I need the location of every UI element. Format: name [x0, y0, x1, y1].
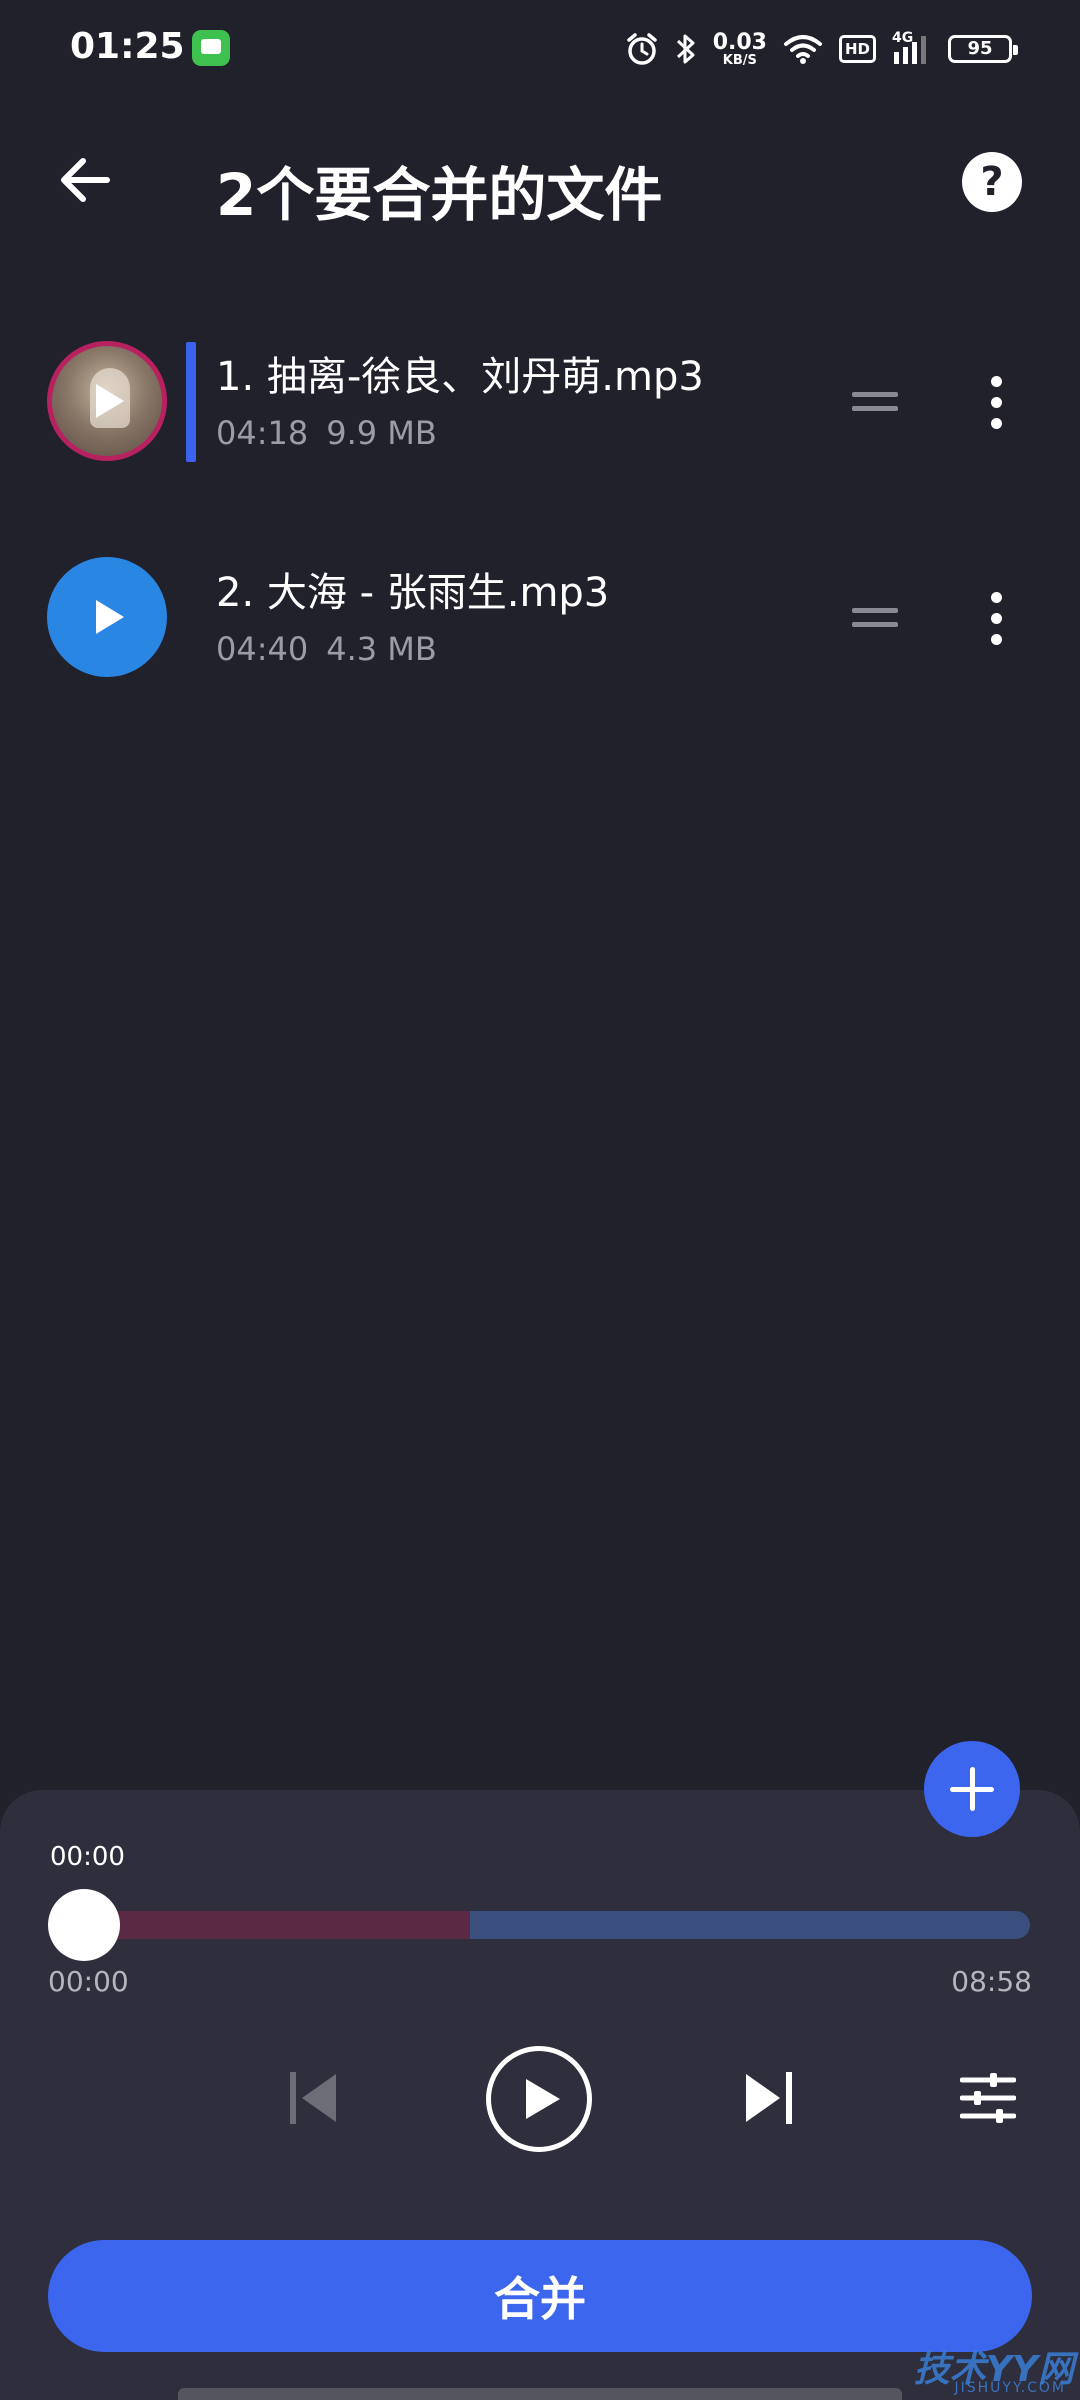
file-duration: 04:40 [216, 630, 309, 668]
status-bar: 01:25 0.03 KB/S HD 4G 95 [0, 0, 1080, 100]
more-dot [991, 613, 1002, 624]
message-icon [192, 30, 230, 66]
bluetooth-icon [676, 34, 695, 64]
hd-badge: HD [838, 35, 876, 63]
file-list-item[interactable]: 1. 抽离-徐良、刘丹萌.mp3 04:18 9.9 MB [0, 320, 1080, 480]
more-dot [991, 418, 1002, 429]
wifi-icon [783, 35, 822, 64]
total-time: 08:58 [951, 1965, 1032, 1998]
watermark-sub: JISHUYY.COM [954, 2380, 1066, 2396]
screen: 01:25 0.03 KB/S HD 4G 95 2个要合并的文件 ? 1. 抽… [0, 0, 1080, 2400]
back-button[interactable] [50, 150, 120, 210]
file-name: 1. 抽离-徐良、刘丹萌.mp3 [216, 354, 704, 400]
previous-button[interactable] [286, 2068, 342, 2128]
sliders-icon [959, 2073, 1017, 2123]
more-options-button[interactable] [976, 592, 1016, 646]
merge-button[interactable]: 合并 [48, 2240, 1032, 2352]
file-size: 4.3 MB [326, 630, 437, 668]
active-indicator [186, 342, 196, 462]
file-name: 2. 大海 - 张雨生.mp3 [216, 570, 610, 616]
net-speed: 0.03 KB/S [712, 29, 767, 68]
net-speed-value: 0.03 [712, 29, 767, 55]
file-play-button[interactable] [47, 557, 167, 677]
file-duration: 04:18 [216, 414, 309, 452]
more-dot [991, 397, 1002, 408]
drag-handle-icon[interactable] [852, 390, 898, 414]
skip-next-icon [746, 2072, 792, 2124]
start-time: 00:00 [48, 1965, 129, 1998]
battery-level: 95 [967, 38, 993, 59]
file-list-item[interactable]: 2. 大海 - 张雨生.mp3 04:40 4.3 MB [0, 536, 1080, 696]
more-vertical-icon [991, 376, 1002, 387]
progress-segment-file-1 [80, 1911, 470, 1939]
net-speed-unit: KB/S [722, 52, 757, 68]
file-size: 9.9 MB [326, 414, 437, 452]
add-file-button[interactable] [924, 1741, 1020, 1837]
question-icon: ? [980, 159, 1004, 205]
file-meta: 04:40 4.3 MB [216, 630, 437, 668]
play-icon [526, 2079, 560, 2119]
app-header: 2个要合并的文件 ? [0, 130, 1080, 230]
help-button[interactable]: ? [962, 152, 1022, 212]
progress-slider[interactable] [80, 1911, 1030, 1939]
skip-previous-icon [290, 2072, 336, 2124]
battery-icon: 95 [948, 35, 1018, 63]
merge-button-label: 合并 [494, 2272, 586, 2326]
play-icon [96, 600, 124, 634]
current-time-label: 00:00 [50, 1842, 125, 1872]
status-time: 01:25 [70, 26, 185, 67]
navigation-gesture-bar[interactable] [178, 2388, 902, 2400]
alarm-icon [626, 33, 657, 65]
equalizer-settings-button[interactable] [959, 2070, 1017, 2126]
file-play-button[interactable] [47, 341, 167, 461]
status-icons: 0.03 KB/S HD 4G 95 [625, 26, 1018, 72]
play-icon [96, 384, 124, 418]
play-button[interactable] [486, 2046, 592, 2152]
signal-icon: 4G [892, 30, 932, 66]
file-meta: 04:18 9.9 MB [216, 414, 437, 452]
progress-thumb[interactable] [48, 1889, 120, 1961]
plus-icon [950, 1767, 994, 1811]
more-vertical-icon [991, 592, 1002, 603]
next-button[interactable] [740, 2068, 796, 2128]
page-title: 2个要合并的文件 [216, 161, 663, 229]
more-options-button[interactable] [976, 376, 1016, 430]
drag-handle-icon[interactable] [852, 606, 898, 630]
arrow-left-icon [61, 158, 110, 202]
more-dot [991, 634, 1002, 645]
